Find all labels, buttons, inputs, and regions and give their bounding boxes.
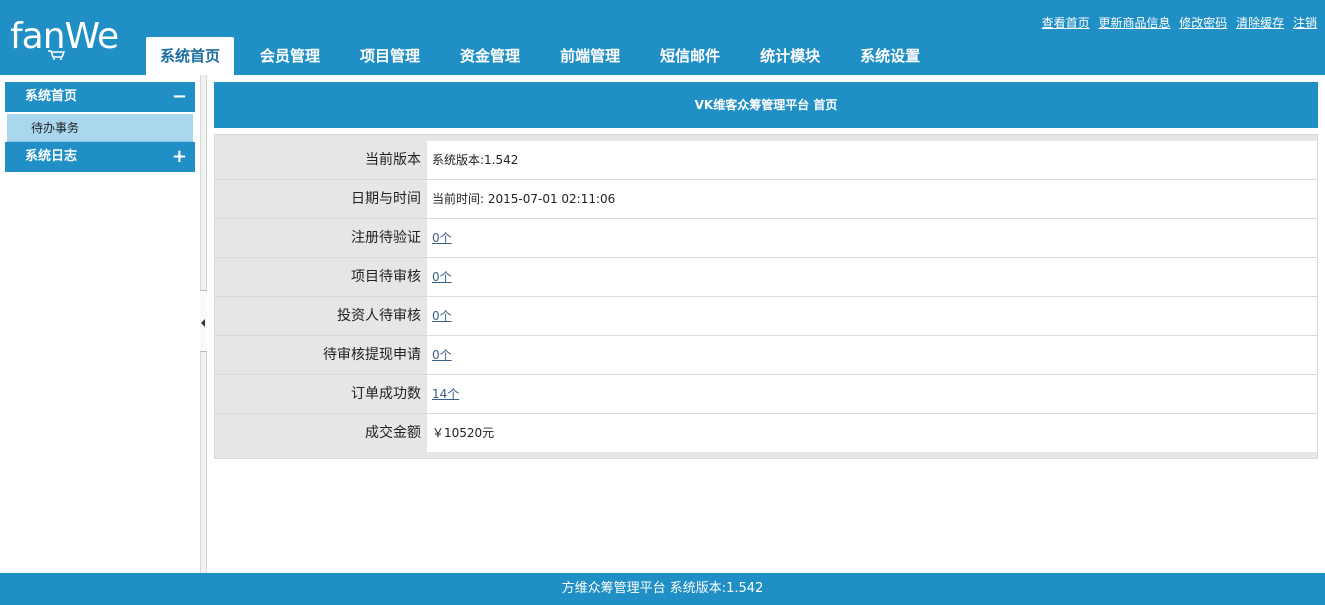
row-label: 项目待审核 (215, 258, 427, 296)
sidebar-group-label: 系统首页 (25, 89, 78, 104)
sidebar-group-system-log[interactable]: 系统日志 + (5, 142, 195, 172)
top-links: 查看首页 更新商品信息 修改密码 清除缓存 注销 (1037, 14, 1317, 31)
row-value: ￥10520元 (427, 414, 1317, 452)
row-value-cell: 0个 (427, 336, 1317, 374)
table-row: 项目待审核 0个 (215, 257, 1317, 296)
table-row: 待审核提现申请 0个 (215, 335, 1317, 374)
collapse-arrow-icon[interactable] (201, 319, 205, 327)
main-nav: 系统首页 会员管理 项目管理 资金管理 前端管理 短信邮件 统计模块 系统设置 (146, 37, 946, 75)
table-row: 成交金额 ￥10520元 (215, 413, 1317, 452)
pending-investor-review-link[interactable]: 0个 (432, 309, 452, 323)
row-label: 注册待验证 (215, 219, 427, 257)
table-row: 当前版本 系统版本:1.542 (215, 140, 1317, 179)
tab-project-management[interactable]: 项目管理 (346, 37, 434, 75)
tab-member-management[interactable]: 会员管理 (246, 37, 334, 75)
logo[interactable]: fanWe (10, 14, 135, 60)
table-row: 订单成功数 14个 (215, 374, 1317, 413)
row-label: 日期与时间 (215, 180, 427, 218)
change-password-link[interactable]: 修改密码 (1179, 16, 1227, 30)
plus-icon[interactable]: + (172, 142, 187, 172)
tab-system-settings[interactable]: 系统设置 (846, 37, 934, 75)
row-label: 当前版本 (215, 141, 427, 179)
row-value-cell: 0个 (427, 219, 1317, 257)
sidebar-item-todo[interactable]: 待办事务 (7, 114, 193, 142)
table-row: 注册待验证 0个 (215, 218, 1317, 257)
row-value: 当前时间: 2015-07-01 02:11:06 (427, 180, 1317, 218)
page-title: VK维客众筹管理平台 首页 (214, 82, 1318, 128)
table-row: 投资人待审核 0个 (215, 296, 1317, 335)
tab-frontend-management[interactable]: 前端管理 (546, 37, 634, 75)
row-label: 待审核提现申请 (215, 336, 427, 374)
info-table: 当前版本 系统版本:1.542 日期与时间 当前时间: 2015-07-01 0… (214, 134, 1318, 459)
sidebar-group-label: 系统日志 (25, 149, 78, 164)
footer: 方维众筹管理平台 系统版本:1.542 (0, 573, 1325, 605)
sidebar-splitter[interactable] (200, 75, 207, 573)
logout-link[interactable]: 注销 (1293, 16, 1317, 30)
tab-fund-management[interactable]: 资金管理 (446, 37, 534, 75)
clear-cache-link[interactable]: 清除缓存 (1236, 16, 1284, 30)
row-value-cell: 0个 (427, 258, 1317, 296)
update-goods-link[interactable]: 更新商品信息 (1098, 16, 1170, 30)
tab-system-home[interactable]: 系统首页 (146, 37, 235, 75)
row-label: 成交金额 (215, 414, 427, 452)
table-row: 日期与时间 当前时间: 2015-07-01 02:11:06 (215, 179, 1317, 218)
row-value-cell: 14个 (427, 375, 1317, 413)
row-value-cell: 0个 (427, 297, 1317, 335)
pending-withdrawal-link[interactable]: 0个 (432, 348, 452, 362)
pending-project-review-link[interactable]: 0个 (432, 270, 452, 284)
cart-icon (48, 50, 65, 60)
tab-sms-email[interactable]: 短信邮件 (646, 37, 734, 75)
pending-registration-link[interactable]: 0个 (432, 231, 452, 245)
sidebar-group-system-home[interactable]: 系统首页 − (5, 82, 195, 112)
minus-icon[interactable]: − (172, 82, 187, 112)
tab-statistics[interactable]: 统计模块 (746, 37, 834, 75)
successful-orders-link[interactable]: 14个 (432, 387, 459, 401)
sidebar: 系统首页 − 待办事务 系统日志 + (0, 75, 200, 573)
row-value: 系统版本:1.542 (427, 141, 1317, 179)
row-label: 投资人待审核 (215, 297, 427, 335)
view-home-link[interactable]: 查看首页 (1042, 16, 1090, 30)
row-label: 订单成功数 (215, 375, 427, 413)
top-header: fanWe 查看首页 更新商品信息 修改密码 清除缓存 注销 系统首页 会员管理… (0, 0, 1325, 75)
